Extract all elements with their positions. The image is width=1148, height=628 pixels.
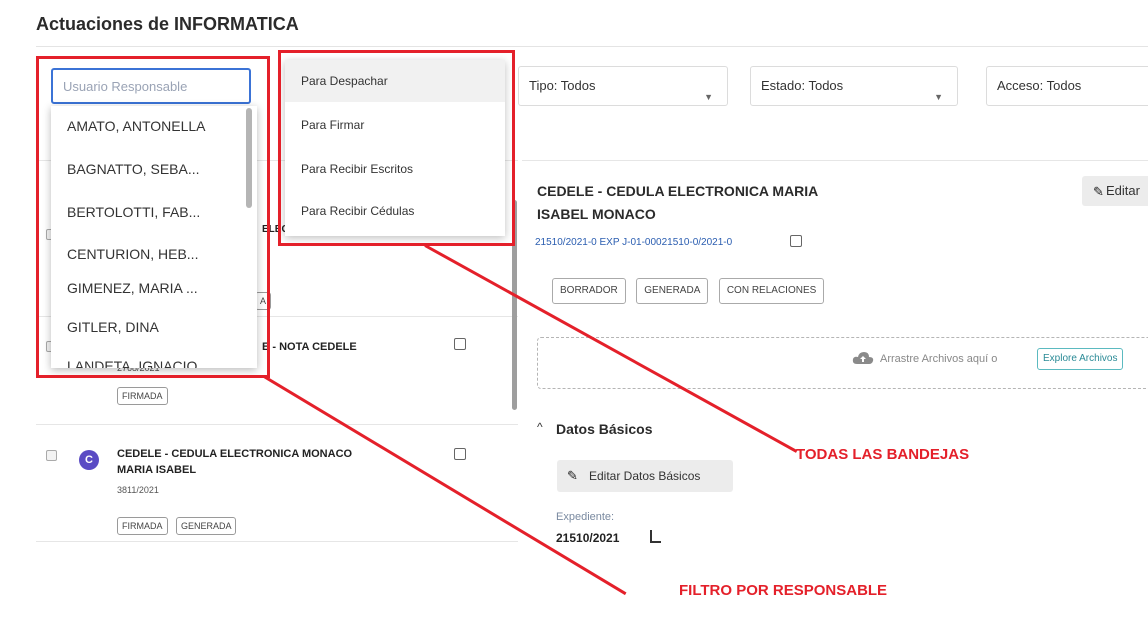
status-badge: GENERADA	[636, 278, 709, 304]
acceso-select[interactable]: Acceso: Todos	[986, 66, 1148, 106]
expediente-label: Expediente:	[556, 511, 615, 523]
list-item-title-cont: MARIA ISABEL	[117, 464, 197, 476]
avatar: C	[79, 450, 99, 470]
detail-top-divider	[522, 160, 1148, 161]
acceso-select-value: Acceso: Todos	[997, 78, 1082, 93]
tipo-select-value: Tipo: Todos	[529, 78, 596, 93]
expediente-value: 21510/2021	[556, 531, 620, 545]
detail-title-line1: CEDELE - CEDULA ELECTRONICA MARIA	[537, 183, 819, 199]
status-tag: FIRMADA	[117, 517, 168, 535]
status-tag: GENERADA	[175, 517, 237, 535]
external-link-icon[interactable]	[454, 448, 466, 460]
status-tag: FIRMADA	[117, 387, 168, 405]
chevron-down-icon: ▼	[934, 92, 943, 102]
screenshot-root: Actuaciones de INFORMATICA Tipo: Todos ▼…	[0, 0, 1148, 628]
title-divider	[36, 46, 1148, 47]
list-item-number: 3811/2021	[117, 485, 159, 495]
annotation-label-bandejas: TODAS LAS BANDEJAS	[796, 446, 970, 463]
edit-basic-data-label: Editar Datos Básicos	[589, 469, 701, 483]
status-badges: BORRADOR GENERADA CON RELACIONES	[552, 278, 830, 304]
dropzone-text: Arrastre Archivos aquí o	[880, 353, 998, 365]
detail-title-line2: ISABEL MONACO	[537, 206, 656, 222]
list-item-tags: FIRMADA GENERADA	[117, 516, 240, 535]
external-link-icon[interactable]	[454, 338, 466, 350]
status-badge: BORRADOR	[552, 278, 626, 304]
page-title: Actuaciones de INFORMATICA	[36, 14, 299, 34]
row-checkbox[interactable]	[46, 450, 57, 461]
copy-icon[interactable]	[650, 530, 661, 543]
chevron-down-icon: ▼	[704, 92, 713, 102]
list-divider	[36, 541, 518, 542]
expediente-link[interactable]: 21510/2021-0 EXP J-01-00021510-0/2021-0	[535, 237, 732, 248]
annotation-box-responsable	[36, 56, 270, 378]
pencil-icon: ✎	[1093, 184, 1104, 199]
detail-title: CEDELE - CEDULA ELECTRONICA MARIA ISABEL…	[537, 180, 867, 226]
cloud-upload-icon	[852, 352, 874, 364]
list-item-title: CEDELE - CEDULA ELECTRONICA MONACO	[117, 448, 353, 460]
tipo-select[interactable]: Tipo: Todos ▼	[518, 66, 728, 106]
pencil-icon: ✎	[567, 468, 578, 483]
section-title[interactable]: Datos Básicos	[556, 421, 652, 437]
list-divider	[36, 424, 518, 425]
estado-select-value: Estado: Todos	[761, 78, 844, 93]
explore-files-button[interactable]: Explore Archivos	[1037, 348, 1124, 370]
list-item-tags: FIRMADA	[117, 386, 172, 405]
status-badge: CON RELACIONES	[718, 278, 825, 304]
edit-basic-data-button[interactable]: Editar Datos Básicos	[557, 460, 733, 492]
edit-button[interactable]: Editar	[1082, 176, 1148, 206]
chevron-up-icon[interactable]: ^	[537, 420, 543, 434]
estado-select[interactable]: Estado: Todos ▼	[750, 66, 958, 106]
external-link-icon[interactable]	[790, 235, 802, 247]
annotation-box-bandejas	[278, 50, 515, 246]
edit-button-label: Editar	[1106, 183, 1140, 198]
list-item-title: E - NOTA CEDELE	[262, 341, 357, 353]
annotation-label-responsable: FILTRO POR RESPONSABLE	[679, 582, 888, 599]
